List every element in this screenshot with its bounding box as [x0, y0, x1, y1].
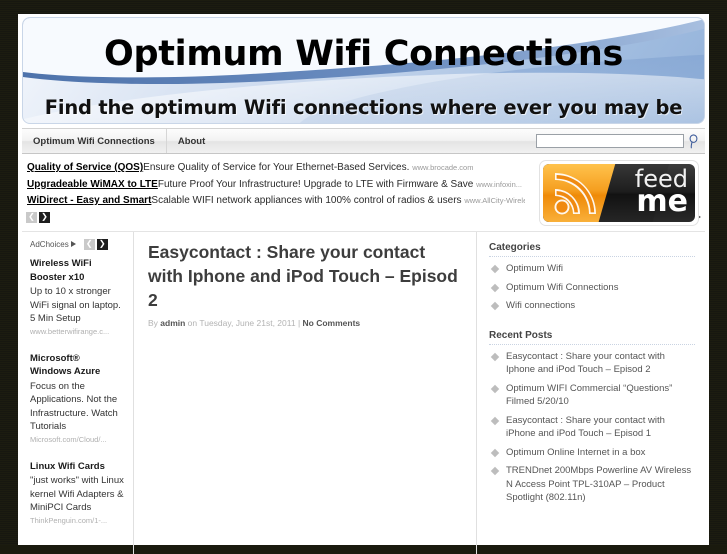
left-sidebar: AdChoices ❮ ❯ Wireless WiFi Booster x10 … [22, 232, 134, 554]
top-ad-title[interactable]: Upgradeable WiMAX to LTE [27, 179, 158, 190]
site-title: Optimum Wifi Connections [104, 34, 623, 74]
category-item[interactable]: Wifi connections [489, 299, 695, 318]
recent-post-item[interactable]: Easycontact : Share your contact with Ip… [489, 350, 695, 382]
sidebar-ad[interactable]: Microsoft® Windows Azure Focus on the Ap… [30, 352, 127, 444]
recent-post-item[interactable]: Easycontact : Share your contact with iP… [489, 414, 695, 446]
sidebar-ad-title-line2[interactable]: Windows Azure [30, 365, 127, 379]
top-ad-url: www.infoxin... [476, 179, 522, 189]
main-content: Easycontact : Share your contact with Ip… [134, 232, 477, 554]
diamond-bullet-icon [490, 283, 500, 292]
recent-posts-list: Easycontact : Share your contact with Ip… [489, 350, 695, 510]
top-ad-description: Ensure Quality of Service for Your Ether… [143, 162, 410, 173]
top-ad-description: Scalable WIFI network appliances with 10… [151, 195, 462, 206]
right-sidebar: Categories Optimum Wifi Optimum Wifi Con… [477, 232, 705, 554]
top-ad-title[interactable]: WiDirect - Easy and Smart [27, 195, 151, 206]
rss-feed-badge[interactable]: feed me [539, 160, 699, 226]
recent-post-label: TRENDnet 200Mbps Powerline AV Wireless N… [506, 465, 692, 503]
category-item[interactable]: Optimum Wifi Connections [489, 281, 695, 300]
search-icon[interactable] [687, 133, 700, 149]
sidebar-ad-description: Focus on the Applications. Not the Infra… [30, 380, 118, 433]
divider [489, 343, 695, 345]
recent-post-label: Easycontact : Share your contact with Ip… [506, 350, 665, 376]
sidebar-ad-title-line1[interactable]: Linux Wifi Cards [30, 460, 127, 474]
recent-post-label: Optimum Online Internet in a box [506, 446, 646, 458]
rss-badge-text: feed me [635, 167, 688, 220]
sidebar-ad-url: Microsoft.com/Cloud/... [30, 434, 107, 444]
nav-item-home[interactable]: Optimum Wifi Connections [22, 129, 167, 153]
recent-post-item[interactable]: TRENDnet 200Mbps Powerline AV Wireless N… [489, 464, 695, 510]
recent-posts-heading: Recent Posts [489, 329, 553, 341]
ad-prev-arrow-icon[interactable]: ❮ [26, 211, 37, 223]
me-word: me [636, 184, 688, 220]
search-area [536, 129, 705, 153]
category-label: Wifi connections [506, 300, 576, 311]
left-ad-controls: AdChoices ❮ ❯ [30, 238, 127, 250]
adchoices-link[interactable]: AdChoices [30, 240, 76, 249]
ad-next-arrow-icon[interactable]: ❯ [39, 211, 50, 223]
diamond-bullet-icon [490, 466, 500, 476]
divider [489, 256, 695, 257]
top-advertisement-block: Quality of Service (QOS)Ensure Quality o… [22, 160, 705, 226]
post-date: on Tuesday, June 21st, 2011 | [185, 318, 303, 328]
nav-item-about[interactable]: About [167, 129, 216, 153]
sidebar-ad-title-line2[interactable]: Booster x10 [30, 271, 127, 285]
ad-next-arrow-icon[interactable]: ❯ [96, 238, 108, 250]
sidebar-ad[interactable]: Linux Wifi Cards "just works" with Linux… [30, 460, 127, 525]
categories-heading: Categories [489, 242, 541, 253]
sidebar-ad[interactable]: Wireless WiFi Booster x10 Up to 10 x str… [30, 257, 127, 336]
category-label: Optimum Wifi [506, 263, 563, 274]
sidebar-ad-title-line1: Microsoft® [30, 352, 80, 364]
left-ad-arrows: ❮ ❯ [83, 238, 110, 250]
rss-feed-badge-inner: feed me [543, 164, 695, 222]
post-author[interactable]: admin [160, 318, 185, 328]
site-header-banner: Optimum Wifi Connections Find the optimu… [22, 17, 705, 124]
recent-post-item[interactable]: Optimum Online Internet in a box [489, 446, 695, 465]
search-input[interactable] [536, 134, 684, 148]
sidebar-ad-description: "just works" with Linux kernel Wifi Adap… [30, 475, 124, 513]
diamond-bullet-icon [490, 264, 500, 274]
post-title[interactable]: Easycontact : Share your contact with Ip… [148, 240, 462, 312]
top-ad-description: Future Proof Your Infrastructure! Upgrad… [157, 178, 474, 190]
top-ad-url: www.AllCity-Wirele... [464, 196, 525, 205]
diamond-bullet-icon [490, 301, 500, 311]
adchoices-label: AdChoices [30, 239, 69, 249]
main-navigation: Optimum Wifi Connections About [22, 128, 705, 154]
category-item[interactable]: Optimum Wifi [489, 262, 695, 281]
categories-list: Optimum Wifi Optimum Wifi Connections Wi… [489, 262, 695, 318]
sidebar-ad-title-line1: Wireless WiFi [30, 258, 92, 269]
diamond-bullet-icon [490, 352, 500, 361]
top-ad-title[interactable]: Quality of Service (QOS) [27, 162, 143, 173]
content-columns: AdChoices ❮ ❯ Wireless WiFi Booster x10 … [22, 231, 705, 554]
recent-post-label: Easycontact : Share your contact with iP… [506, 414, 665, 440]
site-tagline: Find the optimum Wifi connections where … [44, 96, 683, 119]
top-ad-row[interactable]: Quality of Service (QOS)Ensure Quality o… [27, 160, 525, 177]
diamond-bullet-icon [490, 416, 500, 425]
diamond-bullet-icon [490, 384, 500, 393]
post-meta: By admin on Tuesday, June 21st, 2011 | N… [148, 318, 462, 328]
rss-icon [554, 173, 596, 215]
post-comments-link[interactable]: No Comments [303, 318, 361, 328]
diamond-bullet-icon [490, 448, 500, 457]
adchoices-triangle-icon [70, 241, 76, 247]
sidebar-ad-url: ThinkPenguin.com/1-... [30, 515, 108, 525]
sidebar-ad-url: www.betterwifirange.c... [30, 326, 110, 336]
ad-prev-arrow-icon[interactable]: ❮ [83, 238, 95, 250]
category-label: Optimum Wifi Connections [506, 281, 619, 293]
top-ad-url: www.brocade.com [412, 163, 474, 172]
top-ad-row[interactable]: WiDirect - Easy and SmartScalable WIFI n… [27, 193, 525, 210]
recent-post-item[interactable]: Optimum WIFI Commercial “Questions” Film… [489, 382, 695, 414]
page-container: Optimum Wifi Connections Find the optimu… [18, 14, 709, 554]
top-ad-list: Quality of Service (QOS)Ensure Quality o… [27, 160, 525, 210]
top-ad-row[interactable]: Upgradeable WiMAX to LTEFuture Proof You… [27, 177, 525, 194]
post-meta-prefix: By [148, 318, 161, 328]
sidebar-ad-description: Up to 10 x stronger WiFi signal on lapto… [30, 286, 121, 324]
recent-post-label: Optimum WIFI Commercial “Questions” Film… [506, 382, 673, 408]
